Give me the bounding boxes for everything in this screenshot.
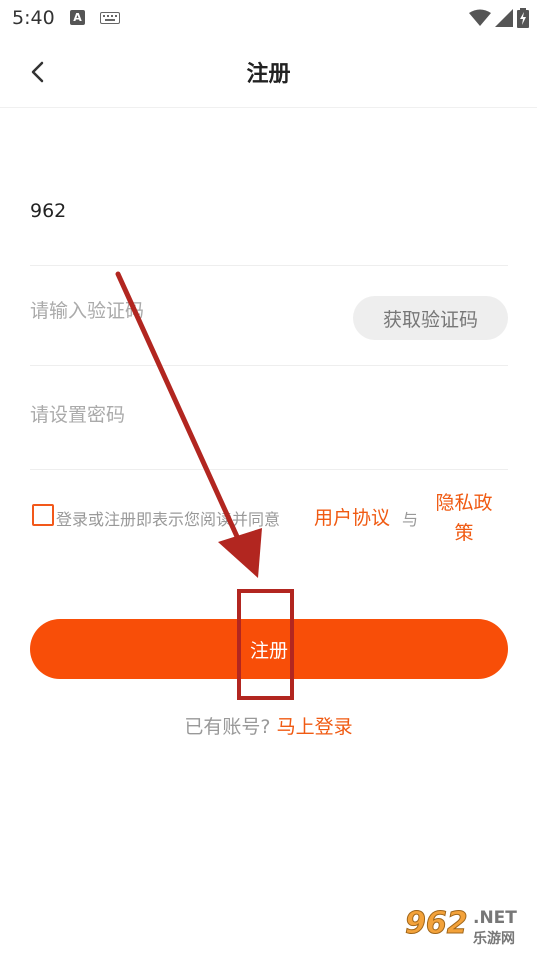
keyboard-icon (100, 12, 120, 24)
agreement-text: 登录或注册即表示您阅读并同意 (56, 510, 281, 529)
signal-icon (495, 9, 513, 27)
watermark-logo: 962 .NET 乐游网 (401, 904, 531, 950)
password-input[interactable] (30, 404, 330, 426)
watermark-number: 962 (405, 906, 469, 942)
password-row (30, 364, 508, 470)
login-link[interactable]: 马上登录 (277, 716, 353, 738)
get-code-button[interactable]: 获取验证码 (353, 296, 508, 340)
user-agreement-link[interactable]: 用户协议 (314, 503, 390, 530)
header: 注册 (0, 36, 537, 108)
status-bar: 5:40 A (0, 0, 537, 36)
watermark-name: 乐游网 (473, 931, 515, 947)
status-time: 5:40 (12, 7, 55, 29)
code-row: 获取验证码 (30, 260, 508, 366)
system-icons (469, 8, 529, 28)
annotation-overlay (115, 271, 294, 700)
watermark-domain: .NET (473, 908, 517, 928)
page-title: 注册 (246, 62, 291, 87)
register-button[interactable]: 注册 (30, 619, 508, 679)
agreement-checkbox[interactable] (32, 504, 54, 526)
notification-a-icon: A (70, 10, 85, 25)
wifi-icon (469, 9, 491, 26)
login-prefix: 已有账号? (184, 716, 271, 738)
login-hint: 已有账号? 马上登录 (0, 712, 537, 739)
agreement-and: 与 (402, 510, 419, 529)
verification-code-input[interactable] (30, 300, 330, 322)
phone-row (30, 160, 508, 266)
battery-icon (517, 8, 529, 28)
phone-input[interactable] (30, 200, 330, 222)
agreement-row: 登录或注册即表示您阅读并同意 用户协议 与 隐私政策 (30, 488, 508, 548)
privacy-policy-link[interactable]: 隐私政策 (428, 488, 500, 548)
